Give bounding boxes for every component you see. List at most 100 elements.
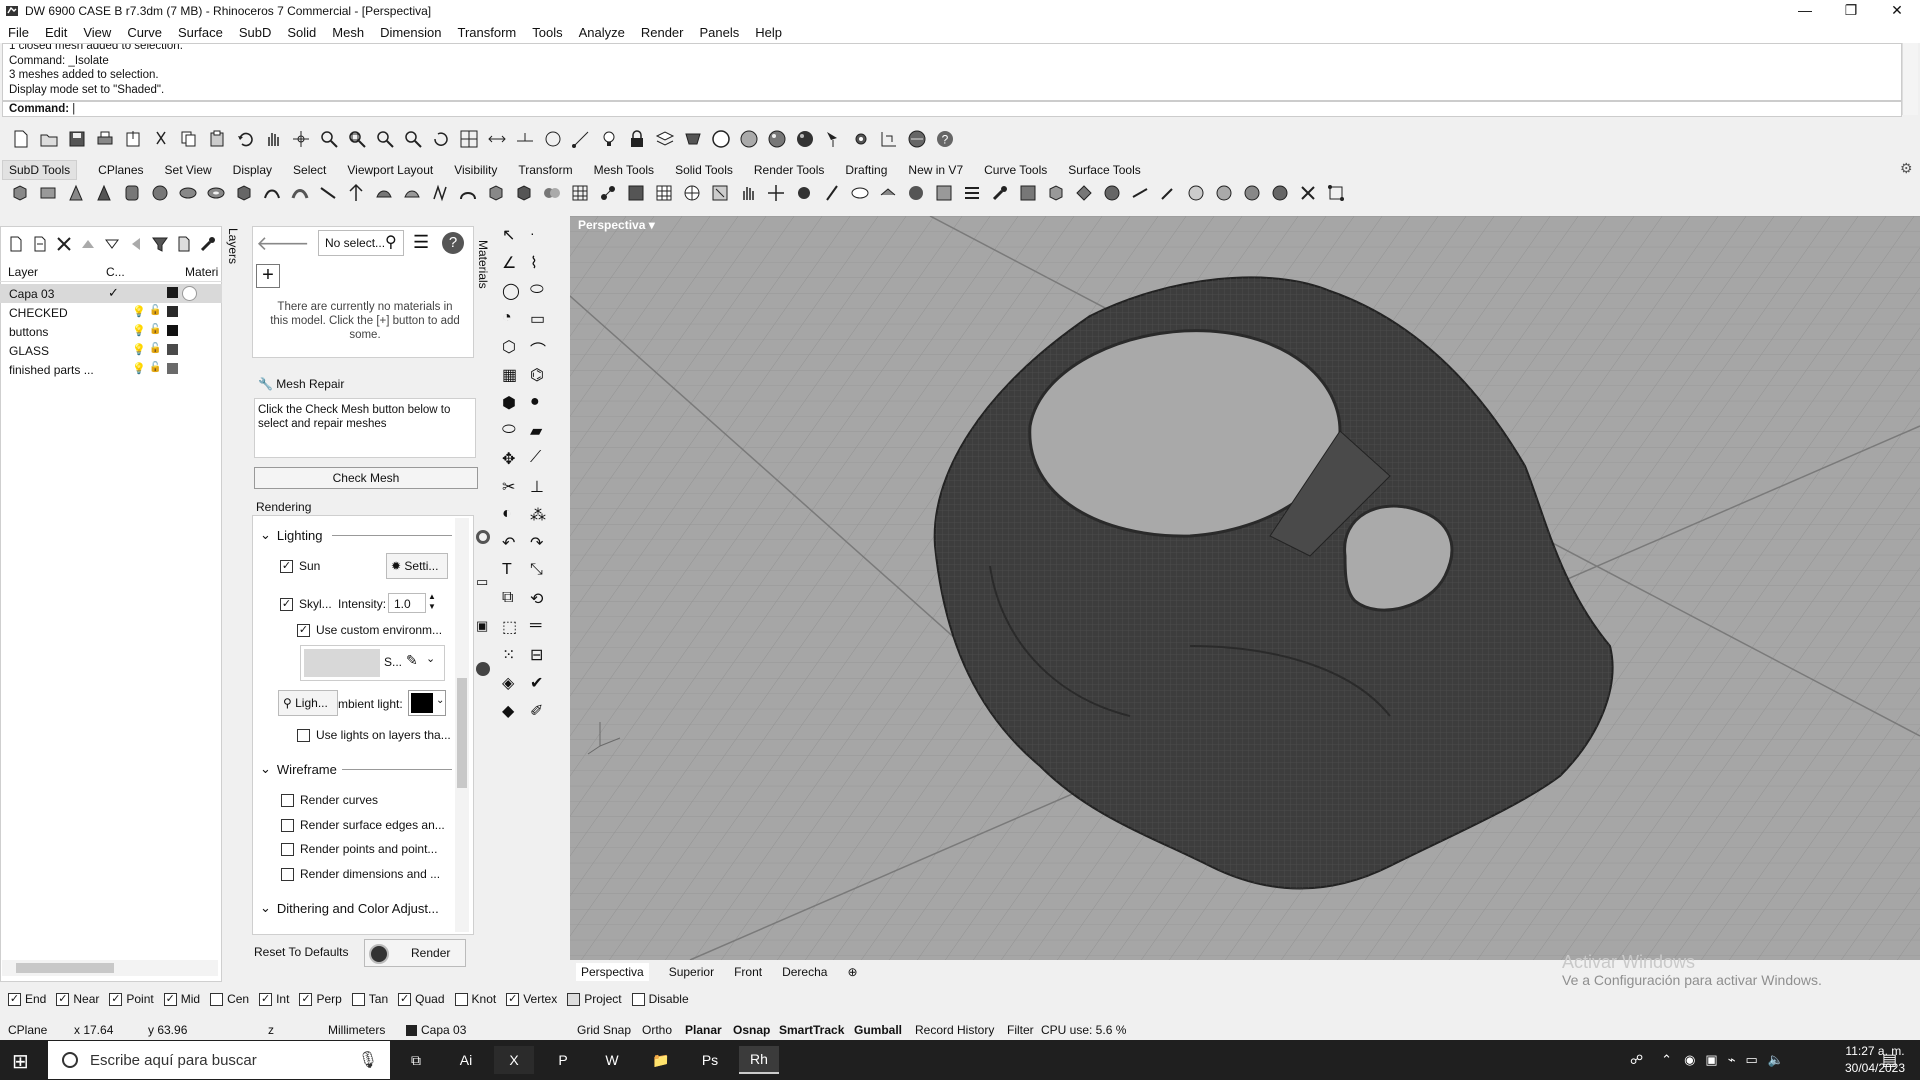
- menu-curve[interactable]: Curve: [127, 25, 162, 40]
- osnap-tan-checkbox[interactable]: Tan: [351, 992, 388, 1006]
- subd-cylinder2-icon[interactable]: [120, 182, 144, 204]
- help-icon[interactable]: ?: [934, 128, 956, 150]
- unlock-icon[interactable]: 🔓: [149, 305, 161, 316]
- subd-select-icon[interactable]: [708, 182, 732, 204]
- notifications-icon[interactable]: ▤: [1882, 1050, 1897, 1070]
- unlock-icon[interactable]: 🔓: [149, 324, 161, 335]
- intensity-input[interactable]: 1.0: [388, 593, 426, 613]
- cut-icon[interactable]: [150, 128, 172, 150]
- trim-icon[interactable]: ✂: [502, 477, 524, 499]
- layer-row[interactable]: finished parts ... 💡 🔓: [0, 360, 222, 379]
- box-icon[interactable]: ⬢: [502, 393, 524, 415]
- menu-render[interactable]: Render: [641, 25, 684, 40]
- render-curves-checkbox[interactable]: Render curves: [281, 793, 378, 807]
- analyze-icon[interactable]: ◈: [502, 673, 524, 695]
- microphone-icon[interactable]: 🎙: [358, 1050, 378, 1070]
- new-layer-icon[interactable]: [6, 234, 26, 254]
- layer-color-swatch[interactable]: [167, 344, 178, 355]
- tray-monitor-icon[interactable]: ▣: [1705, 1052, 1717, 1068]
- subd-insert-icon[interactable]: [876, 182, 900, 204]
- tab-transform[interactable]: Transform: [518, 163, 572, 177]
- menu-view[interactable]: View: [83, 25, 111, 40]
- light-bulb-visible-icon[interactable]: 💡: [132, 362, 146, 375]
- subd-crease-icon[interactable]: [820, 182, 844, 204]
- boolean-icon[interactable]: ◐: [502, 505, 524, 527]
- loft-icon[interactable]: ⌬: [530, 365, 552, 387]
- unlock-icon[interactable]: 🔓: [149, 343, 161, 354]
- copy-icon[interactable]: [178, 128, 200, 150]
- tab-visibility[interactable]: Visibility: [454, 163, 497, 177]
- use-lights-on-layers-checkbox[interactable]: Use lights on layers tha...: [297, 728, 451, 742]
- subd-loft-icon[interactable]: [260, 182, 284, 204]
- dimension-tool-icon[interactable]: ⟋: [530, 449, 552, 471]
- add-material-button[interactable]: +: [256, 264, 280, 288]
- tab-solid-tools[interactable]: Solid Tools: [675, 163, 733, 177]
- layer-row[interactable]: Capa 03 ✓: [0, 284, 222, 303]
- subd-slide-icon[interactable]: [848, 182, 872, 204]
- task-view-icon[interactable]: ⧉: [396, 1046, 436, 1074]
- subd-box2-icon[interactable]: [484, 182, 508, 204]
- unlock-icon[interactable]: 🔓: [149, 362, 161, 373]
- sphere-solid-icon[interactable]: ●: [530, 393, 552, 415]
- osnap-end-checkbox[interactable]: ✓ End: [8, 992, 46, 1006]
- ellipse-icon[interactable]: ⬭: [530, 281, 552, 303]
- polyline-icon[interactable]: ∠: [502, 253, 524, 275]
- subd-grid-icon[interactable]: [568, 182, 592, 204]
- tab-select[interactable]: Select: [293, 163, 326, 177]
- menu-dimension[interactable]: Dimension: [380, 25, 441, 40]
- move-left-icon[interactable]: [126, 234, 146, 254]
- tab-viewport-layout[interactable]: Viewport Layout: [347, 163, 433, 177]
- osnap-int-checkbox[interactable]: ✓ Int: [259, 992, 289, 1006]
- rendered-sphere-icon[interactable]: [766, 128, 788, 150]
- osnap-quad-checkbox[interactable]: ✓ Quad: [398, 992, 445, 1006]
- circle-icon[interactable]: ◯: [502, 281, 524, 303]
- subd-sphere-icon[interactable]: [148, 182, 172, 204]
- extrude-icon[interactable]: ▰: [530, 421, 552, 443]
- zoom-window-icon[interactable]: [346, 128, 368, 150]
- print-icon[interactable]: [94, 128, 116, 150]
- taskbar-illustrator-icon[interactable]: Ai: [446, 1046, 486, 1074]
- tab-drafting[interactable]: Drafting: [845, 163, 887, 177]
- osnap-point-checkbox[interactable]: ✓ Point: [109, 992, 154, 1006]
- status-cplane[interactable]: CPlane: [8, 1023, 47, 1037]
- subd-vertex-icon[interactable]: [1324, 182, 1348, 204]
- taskbar-photoshop-icon[interactable]: Ps: [690, 1046, 730, 1074]
- draft-icon[interactable]: ✐: [530, 701, 552, 723]
- materials-menu-icon[interactable]: ☰: [413, 232, 429, 253]
- taskbar-search-box[interactable]: Escribe aquí para buscar 🎙: [48, 1041, 390, 1079]
- taskbar-excel-icon[interactable]: X: [494, 1046, 534, 1074]
- array-icon[interactable]: ⁙: [502, 645, 524, 667]
- light-bulb-icon[interactable]: [598, 128, 620, 150]
- custom-environment-checkbox[interactable]: ✓ Use custom environm...: [297, 623, 442, 637]
- subd-convert-icon[interactable]: [1044, 182, 1068, 204]
- subd-sphere-grid-icon[interactable]: [680, 182, 704, 204]
- point-icon[interactable]: ·: [530, 225, 552, 247]
- taskbar-rhino-icon[interactable]: Rh: [739, 1046, 779, 1074]
- add-viewport-tab-icon[interactable]: ⊕: [847, 965, 857, 979]
- layer-row[interactable]: GLASS 💡 🔓: [0, 341, 222, 360]
- tab-mesh-tools[interactable]: Mesh Tools: [594, 163, 654, 177]
- taskbar-clock[interactable]: 11:27 a. m. 30/04/2023: [1840, 1043, 1910, 1077]
- save-icon[interactable]: [66, 128, 88, 150]
- subd-wrench-icon[interactable]: [988, 182, 1012, 204]
- undo-icon[interactable]: [234, 128, 256, 150]
- undo-view-icon[interactable]: [430, 128, 452, 150]
- lock-icon[interactable]: [626, 128, 648, 150]
- subd-mesh-icon[interactable]: [624, 182, 648, 204]
- text-icon[interactable]: T: [502, 561, 524, 583]
- people-icon[interactable]: ☍: [1630, 1052, 1643, 1068]
- command-input[interactable]: Command: |: [2, 101, 1902, 117]
- render-sphere-icon[interactable]: [794, 128, 816, 150]
- tab-surface-tools[interactable]: Surface Tools: [1068, 163, 1141, 177]
- subd-cube-icon[interactable]: [232, 182, 256, 204]
- tab-subd-tools[interactable]: SubD Tools: [2, 160, 78, 180]
- subd-torus-icon[interactable]: [204, 182, 228, 204]
- menu-mesh[interactable]: Mesh: [332, 25, 364, 40]
- subd-edge-icon[interactable]: [792, 182, 816, 204]
- tab-perspectiva[interactable]: Perspectiva: [576, 963, 649, 981]
- menu-transform[interactable]: Transform: [457, 25, 516, 40]
- column-material[interactable]: Materi: [185, 265, 218, 279]
- open-file-icon[interactable]: [38, 128, 60, 150]
- render-surface-edges-checkbox[interactable]: Render surface edges an...: [281, 818, 445, 832]
- subd-rounded-icon[interactable]: [1184, 182, 1208, 204]
